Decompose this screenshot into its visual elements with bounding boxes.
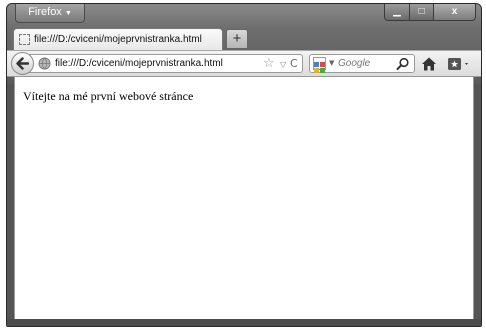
- tab-label: file:///D:/cviceni/mojeprvnistranka.html: [34, 34, 202, 45]
- reload-icon[interactable]: C: [290, 55, 298, 72]
- search-box[interactable]: ▼ Google: [309, 54, 415, 73]
- page-icon: [19, 34, 30, 45]
- firefox-menu-button[interactable]: Firefox ▼: [15, 4, 85, 23]
- chevron-down-icon[interactable]: ▼: [329, 59, 334, 67]
- back-button[interactable]: [11, 52, 34, 75]
- window-controls: ▁ □ x: [384, 4, 476, 22]
- address-bar[interactable]: file:///D:/cviceni/mojeprvnistranka.html…: [29, 54, 303, 73]
- history-dropdown-icon[interactable]: ▽: [280, 56, 286, 73]
- back-arrow-icon: [16, 57, 29, 70]
- new-tab-button[interactable]: +: [226, 29, 248, 48]
- page-text: Vítejte na mé první webové stránce: [23, 89, 194, 103]
- search-icon[interactable]: [396, 57, 410, 71]
- google-engine-icon[interactable]: [313, 57, 326, 73]
- search-placeholder: Google: [338, 58, 371, 69]
- page-content: Vítejte na mé první webové stránce: [14, 77, 474, 319]
- bookmarks-menu-icon[interactable]: [447, 56, 473, 72]
- window-bottom-border: [7, 319, 481, 326]
- tab-active[interactable]: file:///D:/cviceni/mojeprvnistranka.html: [13, 28, 223, 50]
- close-button[interactable]: x: [434, 4, 476, 21]
- url-text[interactable]: file:///D:/cviceni/mojeprvnistranka.html: [55, 58, 223, 69]
- firefox-menu-label: Firefox: [28, 6, 62, 18]
- bookmark-star-icon[interactable]: ☆: [263, 55, 275, 72]
- maximize-button[interactable]: □: [410, 4, 434, 21]
- minimize-button[interactable]: ▁: [384, 4, 410, 21]
- chevron-down-icon: ▼: [64, 10, 72, 17]
- home-icon[interactable]: [421, 56, 437, 72]
- globe-icon: [38, 57, 51, 70]
- browser-window: Firefox ▼ ▁ □ x file:///D:/cviceni/mojep…: [6, 3, 482, 327]
- navigation-toolbar: file:///D:/cviceni/mojeprvnistranka.html…: [7, 50, 481, 77]
